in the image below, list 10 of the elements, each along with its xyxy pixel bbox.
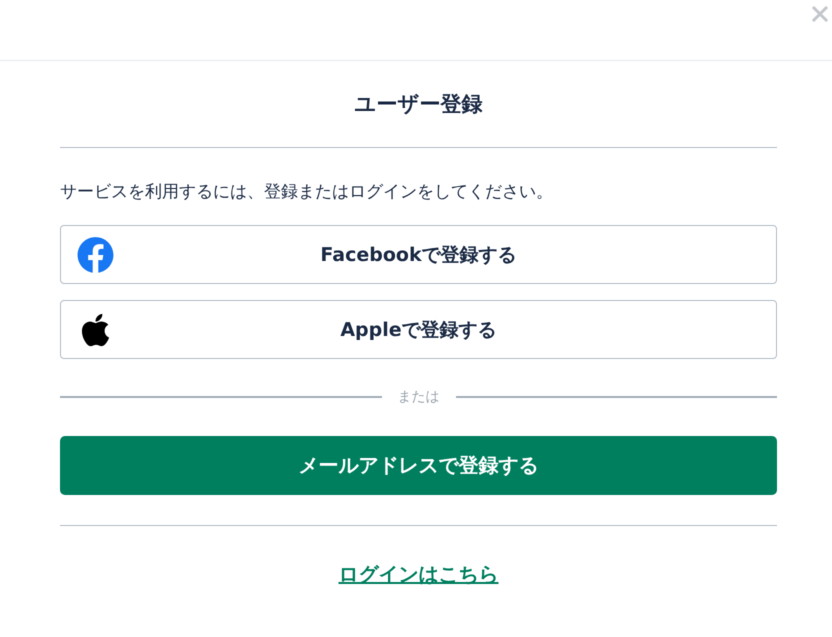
separator-text: または [398, 388, 440, 407]
facebook-logo-icon [77, 236, 114, 273]
facebook-signup-button[interactable]: Facebookで登録する [60, 225, 777, 284]
email-signup-button[interactable]: メールアドレスで登録する [60, 436, 777, 495]
login-link[interactable]: ログインはこちら [338, 560, 498, 588]
close-button[interactable] [812, 6, 828, 22]
apple-signup-button[interactable]: Appleで登録する [60, 300, 777, 359]
instruction-text: サービスを利用するには、登録またはログインをしてください。 [60, 181, 554, 204]
close-icon [812, 6, 828, 22]
dialog-title: ユーザー登録 [354, 91, 484, 118]
